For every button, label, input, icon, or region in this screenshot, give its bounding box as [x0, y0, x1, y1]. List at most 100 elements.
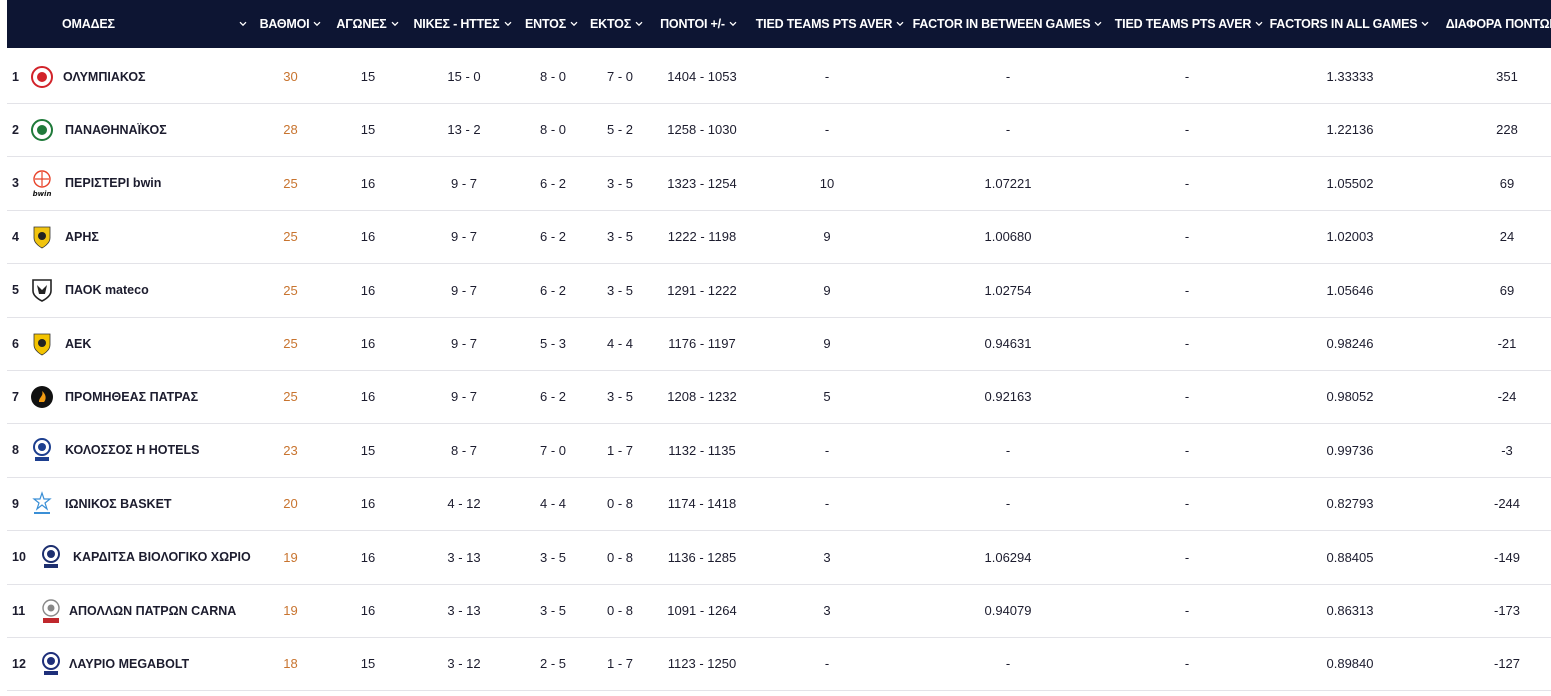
team-name-link[interactable]: ΚΟΛΟΣΣΟΣ H HOTELS — [65, 424, 265, 477]
sort-chevron-down-icon[interactable] — [635, 21, 643, 28]
sort-chevron-down-icon[interactable] — [504, 21, 511, 28]
column-header-points[interactable]: ΒΑΘΜΟΙ — [253, 0, 327, 48]
games-cell: 16 — [360, 389, 376, 405]
column-header-label: FACTOR IN BETWEEN GAMES — [912, 17, 1091, 31]
column-header-team[interactable]: ΟΜΑΔΕΣ — [62, 0, 252, 48]
factor-all-cell: 0.82793 — [1326, 496, 1374, 512]
table-row[interactable]: 3 bwin ΠΕΡΙΣΤΕΡΙ bwin 25 16 9 - 76 - 23 - 5 13… — [7, 157, 1551, 211]
diff-cell: -21 — [1497, 336, 1517, 351]
games-cell: 15 — [360, 122, 376, 138]
factor-all-cell: 0.99736 — [1326, 442, 1374, 458]
team-name-link[interactable]: ΛΑΥΡΙΟ MEGABOLT — [69, 637, 269, 690]
column-header-label: TIED TEAMS PTS AVER — [755, 17, 893, 31]
points-cell: 30 — [283, 69, 298, 84]
away-cell: 3 - 5 — [606, 229, 633, 245]
column-header-factor-all[interactable]: FACTORS IN ALL GAMES — [1270, 0, 1429, 48]
column-header-wl[interactable]: ΝΙΚΕΣ - ΗΤΤΕΣ — [410, 0, 514, 48]
away-cell: 0 - 8 — [606, 496, 633, 512]
sort-chevron-down-icon[interactable] — [1094, 21, 1102, 28]
sort-chevron-down-icon[interactable] — [239, 21, 247, 28]
table-row[interactable]: 9 ΙΩΝΙΚΟΣ BASKET 20 16 4 - 12 4 - 40 - 8 1174 … — [7, 477, 1551, 532]
tied1-cell: - — [824, 496, 830, 512]
sort-chevron-down-icon[interactable] — [1421, 21, 1429, 28]
games-cell: 16 — [360, 282, 376, 298]
away-cell: 0 - 8 — [606, 549, 633, 565]
home-cell: 6 - 2 — [539, 175, 566, 191]
column-header-label: ΕΚΤΟΣ — [590, 17, 631, 31]
table-row[interactable]: 12 ΛΑΥΡΙΟ MEGABOLT 18 15 3 - 12 2 - 5 1 - 7 112… — [7, 637, 1551, 692]
column-header-away[interactable]: ΕΚΤΟΣ — [587, 0, 645, 48]
wl-cell: 3 - 13 — [447, 549, 481, 565]
svg-text:bwin: bwin — [33, 190, 52, 197]
sort-chevron-down-icon[interactable] — [896, 21, 904, 28]
away-cell: 0 - 8 — [606, 603, 633, 618]
points-cell: 25 — [283, 175, 298, 191]
pf-cell: 1291 - 1222 — [667, 282, 737, 298]
column-header-tied1[interactable]: TIED TEAMS PTS AVER — [752, 0, 907, 48]
pf-cell: 1258 - 1030 — [667, 122, 737, 138]
column-header-label: ΝΙΚΕΣ - ΗΤΤΕΣ — [413, 17, 500, 31]
promitheas-logo-icon — [29, 384, 55, 410]
table-row[interactable]: 6 ΑΕΚ 25 16 9 - 75 - 34 - 4 1176 - 1197 9 0.946… — [7, 317, 1551, 371]
table-row[interactable]: 1 ΟΛΥΜΠΙΑΚΟΣ 30 15 15 - 08 - 07 - 0 1404 - 10… — [7, 50, 1551, 104]
column-header-tied2[interactable]: TIED TEAMS PTS AVER — [1111, 0, 1266, 48]
table-row[interactable]: 4 ΑΡΗΣ 25 16 9 - 76 - 23 - 5 1222 - 1198 9 1.00… — [7, 210, 1551, 265]
column-header-diff[interactable]: ΔΙΑΦΟΡΑ ΠΟΝΤΩΝ — [1437, 0, 1551, 48]
team-name-link[interactable]: ΠΕΡΙΣΤΕΡΙ bwin — [65, 157, 265, 210]
paok-logo-icon — [29, 277, 55, 303]
column-header-pf[interactable]: ΠΟΝΤΟΙ +/- — [652, 0, 744, 48]
factor-all-cell: 1.05646 — [1326, 282, 1374, 298]
pf-cell: 1208 - 1232 — [667, 389, 737, 405]
team-name-link[interactable]: ΟΛΥΜΠΙΑΚΟΣ — [63, 50, 263, 103]
column-header-label: ΠΟΝΤΟΙ +/- — [660, 17, 725, 31]
column-header-home[interactable]: ΕΝΤΟΣ — [522, 0, 580, 48]
team-name-link[interactable]: ΙΩΝΙΚΟΣ BASKET — [65, 477, 265, 530]
rank-cell: 10 — [12, 550, 26, 565]
games-cell: 16 — [360, 496, 376, 512]
table-header: ΟΜΑΔΕΣ ΒΑΘΜΟΙ ΑΓΩΝΕΣ ΝΙΚΕΣ - ΗΤΤΕΣ ΕΝΤΟΣ ΕΚΤΟ… — [7, 0, 1551, 48]
away-cell: 3 - 5 — [606, 175, 633, 191]
team-name-link[interactable]: ΑΡΗΣ — [65, 210, 265, 263]
column-header-games[interactable]: ΑΓΩΝΕΣ — [333, 0, 401, 48]
home-cell: 3 - 5 — [539, 549, 566, 565]
diff-cell: -173 — [1493, 603, 1521, 618]
team-name-link[interactable]: ΑΕΚ — [65, 317, 265, 370]
wl-cell: 9 - 7 — [450, 336, 477, 351]
column-header-label: ΑΓΩΝΕΣ — [336, 17, 387, 31]
column-header-factor-between[interactable]: FACTOR IN BETWEEN GAMES — [912, 0, 1102, 48]
wl-cell: 3 - 13 — [447, 603, 481, 618]
team-name-link[interactable]: ΠΑΟΚ mateco — [65, 264, 265, 317]
points-cell: 19 — [283, 603, 298, 618]
games-cell: 15 — [360, 69, 376, 84]
points-cell: 19 — [283, 549, 298, 565]
team-name-link[interactable]: ΠΑΝΑΘΗΝΑΪΚΟΣ — [65, 103, 265, 156]
tied2-cell: - — [1184, 69, 1190, 84]
factor-all-cell: 1.05502 — [1326, 175, 1374, 191]
tied1-cell: 5 — [823, 389, 831, 405]
table-row[interactable]: 5 ΠΑΟΚ mateco 25 16 9 - 76 - 23 - 5 1291 - 12… — [7, 264, 1551, 318]
tied2-cell: - — [1184, 603, 1190, 618]
table-row[interactable]: 8 ΚΟΛΟΣΣΟΣ H HOTELS 23 15 8 - 77 - 01 - 7 113… — [7, 424, 1551, 478]
rank-cell: 12 — [12, 656, 26, 671]
sort-chevron-down-icon[interactable] — [1255, 21, 1263, 28]
sort-chevron-down-icon[interactable] — [570, 21, 578, 28]
points-cell: 18 — [283, 656, 298, 672]
pf-cell: 1404 - 1053 — [667, 69, 737, 84]
sort-chevron-down-icon[interactable] — [729, 21, 737, 28]
away-cell: 5 - 2 — [606, 122, 633, 138]
table-row[interactable]: 11 ΑΠΟΛΛΩΝ ΠΑΤΡΩΝ CARNA 19 16 3 - 13 3 - 5 0 -… — [7, 584, 1551, 638]
games-cell: 16 — [360, 549, 376, 565]
team-name-link[interactable]: ΠΡΟΜΗΘΕΑΣ ΠΑΤΡΑΣ — [65, 370, 265, 423]
sort-chevron-down-icon[interactable] — [391, 21, 399, 28]
table-row[interactable]: 2 ΠΑΝΑΘΗΝΑΪΚΟΣ 28 15 13 - 28 - 05 - 2 1258 - … — [7, 103, 1551, 158]
factor-between-cell: 0.94631 — [984, 336, 1032, 351]
tied2-cell: - — [1184, 442, 1190, 458]
sort-chevron-down-icon[interactable] — [313, 21, 321, 28]
kolossos-logo-icon — [29, 437, 55, 463]
diff-cell: 69 — [1499, 175, 1515, 191]
table-row[interactable]: 7 ΠΡΟΜΗΘΕΑΣ ΠΑΤΡΑΣ 25 16 9 - 76 - 23 - 5 1208… — [7, 370, 1551, 425]
team-name-link[interactable]: ΑΠΟΛΛΩΝ ΠΑΤΡΩΝ CARNA — [69, 584, 269, 637]
team-name-link[interactable]: ΚΑΡΔΙΤΣΑ ΒΙΟΛΟΓΙΚΟ ΧΩΡΙΟ — [73, 531, 273, 584]
table-row[interactable]: 10 ΚΑΡΔΙΤΣΑ ΒΙΟΛΟΓΙΚΟ ΧΩΡΙΟ 19 16 3 - 13 3 - … — [7, 531, 1551, 585]
column-header-label: ΒΑΘΜΟΙ — [259, 17, 310, 31]
